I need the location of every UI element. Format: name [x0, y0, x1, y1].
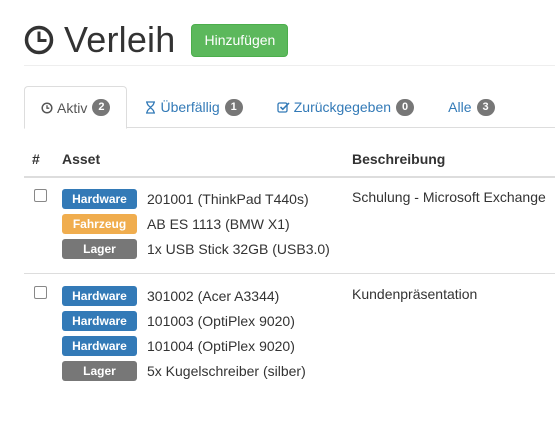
count-badge: 2 — [92, 99, 111, 116]
asset-item: Hardware 101003 (OptiPlex 9020) — [62, 308, 306, 333]
asset-list: Hardware 301002 (Acer A3344) Hardware 10… — [62, 283, 306, 383]
add-button[interactable]: Hinzufügen — [191, 23, 289, 57]
asset-item: Lager 5x Kugelschreiber (silber) — [62, 358, 306, 383]
tab-label: Aktiv — [57, 99, 88, 116]
asset-type-label: Lager — [62, 360, 137, 381]
count-badge: 1 — [224, 98, 243, 116]
tab-label: Zurückgegeben — [293, 99, 392, 115]
asset-type-label: Fahrzeug — [62, 213, 137, 234]
asset-item: Fahrzeug AB ES 1113 (BMW X1) — [62, 211, 330, 236]
tab-label: Alle — [448, 99, 472, 115]
row-checkbox[interactable] — [34, 189, 47, 202]
asset-type-label: Hardware — [62, 188, 137, 209]
tab-zurueckgegeben[interactable]: Zurückgegeben 0 — [261, 86, 430, 128]
asset-item: Hardware 301002 (Acer A3344) — [62, 283, 306, 308]
page-title: Verleih — [64, 19, 176, 60]
check-square-icon — [277, 101, 290, 113]
asset-type-label: Hardware — [62, 285, 137, 306]
table-header: # Asset Beschreibung — [24, 143, 555, 178]
count-badge: 3 — [476, 98, 495, 116]
table-row: Hardware 201001 (ThinkPad T440s) Fahrzeu… — [24, 178, 555, 274]
column-header-description: Beschreibung — [352, 151, 446, 167]
page-header: Verleih Hinzufügen — [24, 14, 289, 66]
asset-item: Hardware 101004 (OptiPlex 9020) — [62, 333, 306, 358]
tab-alle[interactable]: Alle 3 — [432, 86, 510, 128]
asset-item: Lager 1x USB Stick 32GB (USB3.0) — [62, 236, 330, 261]
asset-name: 301002 (Acer A3344) — [147, 287, 280, 304]
tab-label: Überfällig — [160, 99, 220, 115]
asset-name: 101004 (OptiPlex 9020) — [147, 337, 295, 354]
asset-item: Hardware 201001 (ThinkPad T440s) — [62, 186, 330, 211]
asset-name: AB ES 1113 (BMW X1) — [147, 215, 290, 232]
column-header-number: # — [32, 151, 40, 167]
row-checkbox[interactable] — [34, 286, 47, 299]
tab-bar: Aktiv 2 Überfällig 1 Zurückgegeben 0 All… — [24, 86, 555, 129]
asset-type-label: Hardware — [62, 335, 137, 356]
asset-type-label: Hardware — [62, 310, 137, 331]
row-description: Kundenpräsentation — [352, 286, 478, 302]
asset-name: 201001 (ThinkPad T440s) — [147, 190, 309, 207]
tab-ueberfaellig[interactable]: Überfällig 1 — [129, 86, 258, 128]
table-row: Hardware 301002 (Acer A3344) Hardware 10… — [24, 275, 555, 385]
asset-name: 5x Kugelschreiber (silber) — [147, 362, 306, 379]
count-badge: 0 — [396, 98, 415, 116]
asset-name: 1x USB Stick 32GB (USB3.0) — [147, 240, 330, 257]
clock-icon — [24, 25, 54, 55]
hourglass-icon — [145, 100, 156, 114]
asset-name: 101003 (OptiPlex 9020) — [147, 312, 295, 329]
column-header-asset: Asset — [62, 151, 101, 167]
asset-list: Hardware 201001 (ThinkPad T440s) Fahrzeu… — [62, 186, 330, 261]
header-divider — [24, 65, 555, 66]
clock-icon — [41, 101, 53, 114]
tab-aktiv[interactable]: Aktiv 2 — [24, 86, 128, 129]
row-description: Schulung - Microsoft Exchange — [352, 189, 546, 205]
asset-type-label: Lager — [62, 238, 137, 259]
